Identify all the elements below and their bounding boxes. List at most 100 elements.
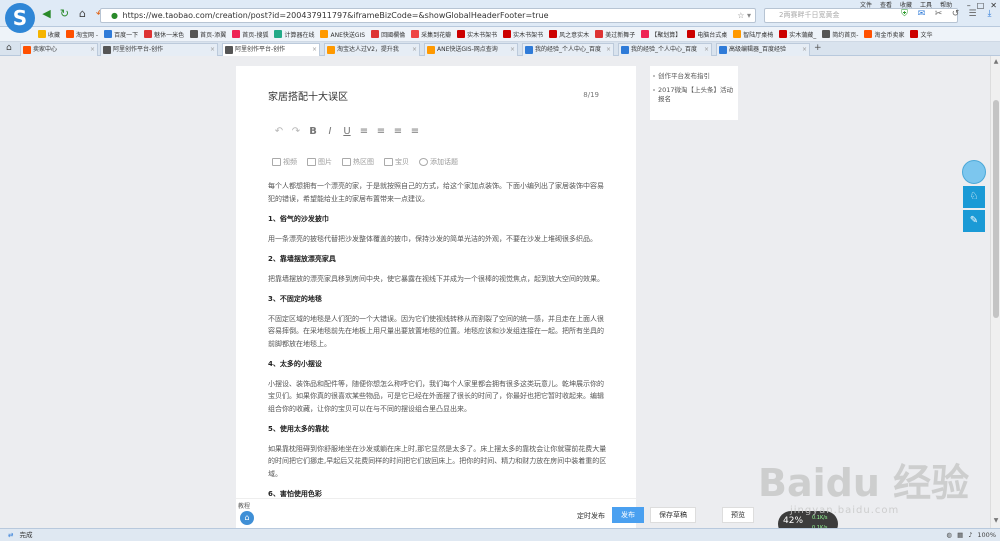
browser-tab[interactable]: 阿里创作平台-创作 × [222,43,320,56]
menu-help[interactable]: 帮助 [940,0,952,9]
browser-tab[interactable]: 我的经验_个人中心_百度 × [618,43,712,56]
refresh-icon[interactable]: ↻ [58,7,71,20]
publish-button[interactable]: 发布 [612,507,644,523]
preview-button[interactable]: 预览 [722,507,754,523]
tab-close-icon[interactable]: × [312,44,317,55]
menu-view[interactable]: 查看 [880,0,892,9]
align-right-icon[interactable]: ≡ [393,126,403,137]
bookmark-item[interactable]: 【聚划算】 [641,30,681,39]
side-link-guide[interactable]: 创作平台发布指引 [653,72,710,81]
bookmark-item[interactable]: 淘金币卖家 [864,30,904,39]
menu-file[interactable]: 文件 [860,0,872,9]
bookmark-item[interactable]: 风之意实木 [549,30,589,39]
underline-icon[interactable]: U [342,126,352,137]
bookmark-item[interactable]: 首页-添翼 [190,30,226,39]
bookmark-item[interactable]: 电脑台式桌 [687,30,727,39]
download-icon[interactable]: ⤓ [984,9,995,20]
home-icon[interactable]: ⌂ [76,7,89,20]
article-body[interactable]: 每个人都想拥有一个漂亮的家，于是就按照自己的方式，给这个家加点装饰。下面小编列出… [268,180,608,528]
feedback-icon[interactable]: ✎ [963,210,985,232]
redo-format-icon[interactable]: ↷ [291,126,301,137]
bookmark-item[interactable]: 百度一下 [104,30,138,39]
home-tab-icon[interactable]: ⌂ [6,43,12,53]
scroll-thumb[interactable] [993,100,999,318]
insert-topic[interactable]: 添加话题 [419,157,458,167]
undo-format-icon[interactable]: ↶ [274,126,284,137]
mail-icon[interactable]: ✉ [916,9,927,20]
tab-close-icon[interactable]: × [90,44,95,55]
back-icon[interactable]: ◀ [40,7,53,20]
insert-image[interactable]: 图片 [307,157,332,167]
tab-close-icon[interactable]: × [606,44,611,55]
zoom-level[interactable]: 100% [977,529,996,541]
topic-icon [419,158,428,166]
insert-hotspot[interactable]: 热区图 [342,157,374,167]
browser-tab[interactable]: ANE快送GIS-网点查询 × [424,43,518,56]
align-justify-icon[interactable]: ≡ [410,126,420,137]
scroll-down-icon[interactable]: ▼ [992,517,1000,525]
undo-close-icon[interactable]: ↺ [950,9,961,20]
bookmark-item[interactable]: 计算器在线 [274,30,314,39]
address-bar[interactable]: ● https://we.taobao.com/creation/post?id… [100,8,756,23]
bookmark-item[interactable]: 首页-搜狐 [232,30,268,39]
browser-tab[interactable]: 阿里创作平台-创作 × [100,43,218,56]
bookmark-item[interactable]: 文华 [910,30,932,39]
align-center-icon[interactable]: ≡ [376,126,386,137]
bookmark-favicon-icon [457,30,466,38]
bookmark-item[interactable]: 美过新舞子 [595,30,635,39]
bookmark-label: 首页-添翼 [200,31,227,39]
bookmark-item[interactable]: 简约首页- [822,30,858,39]
tab-favicon-icon [621,46,629,54]
browser-tab[interactable]: 淘宝达人过V2，提升我 × [324,43,420,56]
tab-close-icon[interactable]: × [510,44,515,55]
scroll-up-icon[interactable]: ▲ [992,58,1000,66]
page-scrollbar[interactable]: ▲ ▼ [990,56,1000,528]
new-tab-icon[interactable]: + [814,43,822,53]
bag-icon [384,158,393,166]
insert-product[interactable]: 宝贝 [384,157,409,167]
bookmark-item[interactable]: 淘宝网 - [66,30,98,39]
save-draft-button[interactable]: 保存草稿 [650,507,696,523]
star-icon[interactable]: ☆ ▾ [737,9,751,22]
side-link-event[interactable]: 2017微淘【上头条】活动报名 [653,86,736,104]
insert-video[interactable]: 视频 [272,157,297,167]
tutorial-icon[interactable]: ⌂ [240,511,254,525]
bookmark-item[interactable]: 回國欄倫 [371,30,405,39]
browser-tab[interactable]: 卖家中心 × [20,43,98,56]
schedule-publish-button[interactable]: 定时发布 [577,511,605,521]
notification-icon[interactable]: ♘ [963,186,985,208]
browser-tab[interactable]: 我的经验_个人中心_百度 × [522,43,614,56]
status-grid-icon[interactable]: ▦ [957,529,963,541]
bookmark-item[interactable]: 实木书架书 [457,30,497,39]
browser-tab[interactable]: 高级编辑器_百度经验 × [716,43,810,56]
assistant-icon[interactable] [962,160,986,184]
bold-icon[interactable]: B [308,126,318,137]
italic-icon[interactable]: I [325,126,335,137]
bookmark-item[interactable]: 采集到花瓣 [411,30,451,39]
tab-close-icon[interactable]: × [412,44,417,55]
menu-icon[interactable]: ☰ [967,9,978,20]
bookmark-favicon-icon [822,30,831,38]
article-title[interactable]: 家居搭配十大误区 [268,88,348,103]
status-globe-icon[interactable]: ◍ [946,529,952,541]
section-paragraph: 不固定区域的地毯是人们犯的一个大错误。因为它们使视线转移从而割裂了空间的统一感，… [268,314,604,348]
bookmark-label: 文华 [920,31,933,39]
tab-close-icon[interactable]: × [210,44,215,55]
menu-tools[interactable]: 工具 [920,0,932,9]
tab-favicon-icon [719,46,727,54]
tab-close-icon[interactable]: × [802,44,807,55]
bookmark-label: 美过新舞子 [605,31,636,39]
bookmark-item[interactable]: 智陆厅桌椅 [733,30,773,39]
cut-icon[interactable]: ✂ [933,9,944,20]
shield-icon[interactable]: ⛨ [899,9,910,20]
status-speaker-icon[interactable]: ♪ [968,529,972,541]
bookmark-item[interactable]: 实木书架书 [503,30,543,39]
menu-favorites[interactable]: 收藏 [900,0,912,9]
align-left-icon[interactable]: ≡ [359,126,369,137]
bookmark-item[interactable]: 魅休一米色 [144,30,184,39]
bookmark-item[interactable]: 实木蒲藏_ [779,30,816,39]
browser-logo[interactable]: S [5,3,35,33]
bookmark-item[interactable]: ANE快送GIS [320,30,365,39]
bookmark-item[interactable]: 收藏 [38,30,60,39]
tab-close-icon[interactable]: × [704,44,709,55]
